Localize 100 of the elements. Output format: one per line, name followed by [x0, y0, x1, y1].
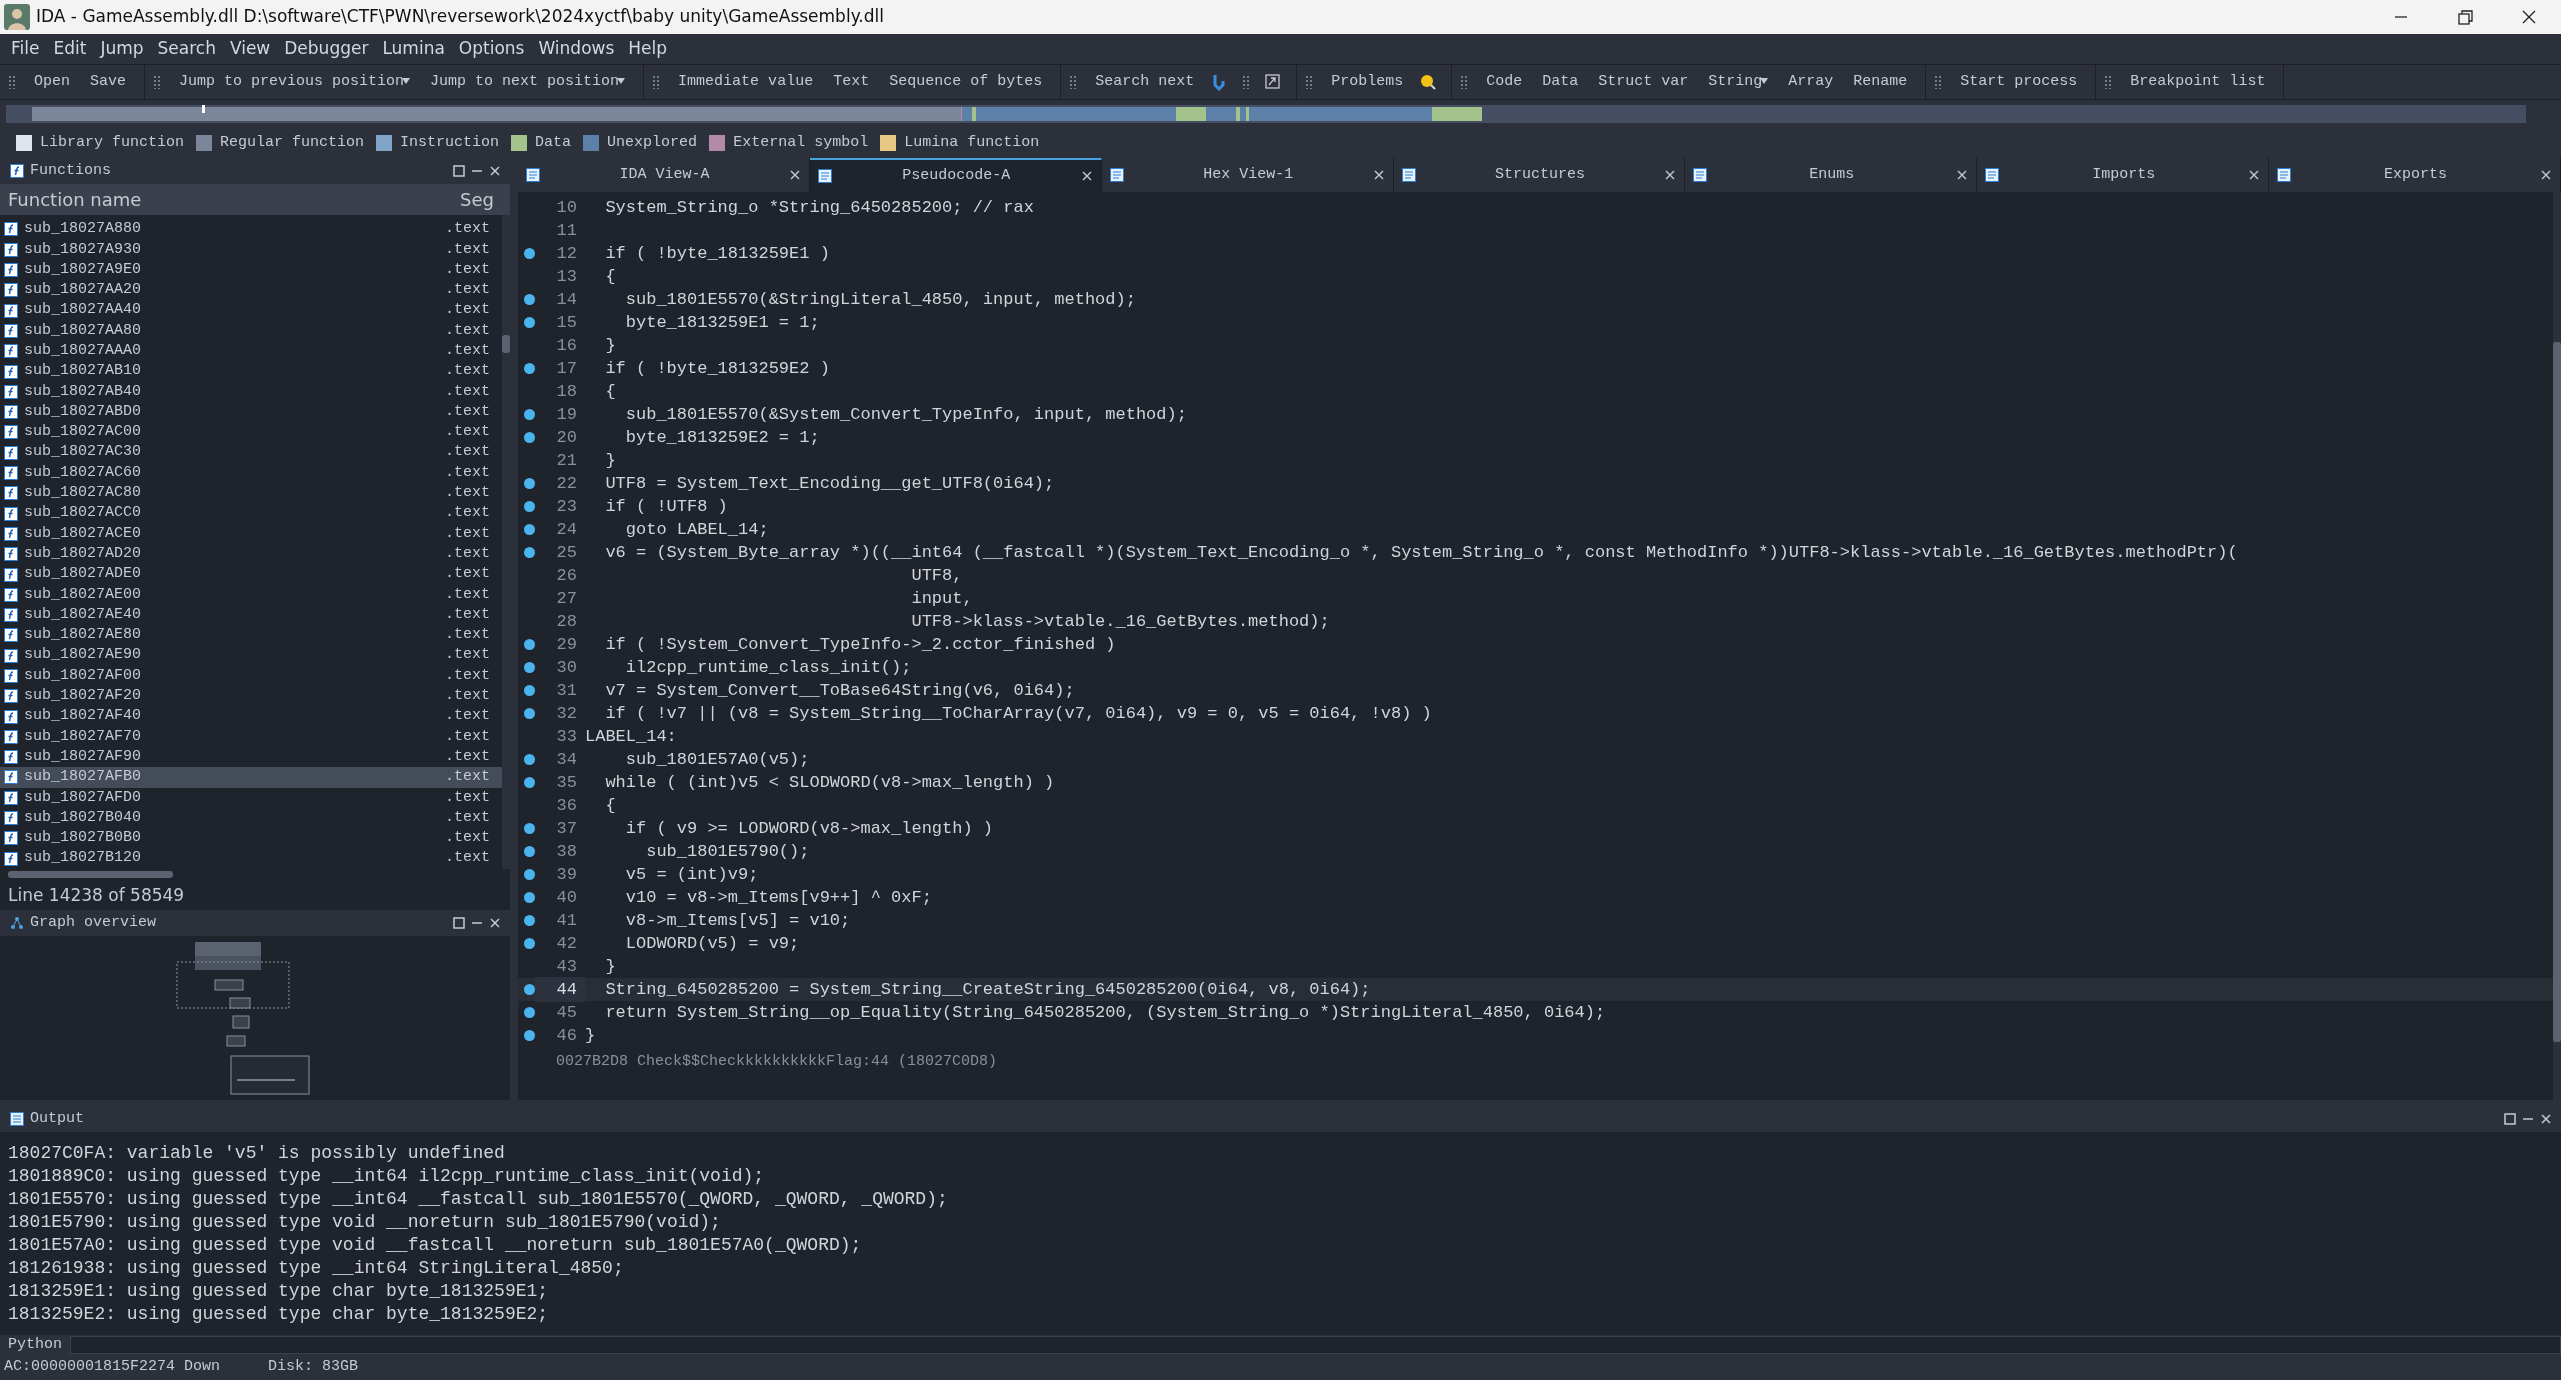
breakpoint-dot[interactable]: [524, 1007, 535, 1018]
toolbar-button[interactable]: Immediate value: [668, 70, 824, 94]
code-line[interactable]: System_String_o *String_6450285200; // rax: [585, 194, 1034, 221]
function-row[interactable]: sub_18027AB40 .text: [0, 381, 502, 402]
toolbar-button[interactable]: Rename: [1843, 70, 1918, 94]
breakpoint-dot[interactable]: [524, 685, 535, 696]
close-icon[interactable]: [2539, 1112, 2553, 1126]
menu-item[interactable]: Jump: [93, 36, 151, 62]
menu-item[interactable]: Lumina: [375, 36, 452, 62]
close-icon[interactable]: [2540, 169, 2552, 181]
breakpoint-dot[interactable]: [524, 639, 535, 650]
function-row[interactable]: sub_18027AC60 .text: [0, 462, 502, 484]
menu-item[interactable]: File: [4, 36, 47, 62]
breakpoint-dot[interactable]: [524, 409, 535, 420]
grip-handle[interactable]: [8, 75, 16, 89]
column-header[interactable]: Function name: [8, 186, 142, 213]
toolbar-button[interactable]: Search next: [1085, 70, 1205, 94]
tab[interactable]: Hex View-1: [1123, 163, 1373, 187]
menu-item[interactable]: Help: [621, 36, 675, 62]
function-row[interactable]: sub_18027B120 .text: [0, 848, 502, 869]
breakpoint-dot[interactable]: [524, 363, 535, 374]
function-row[interactable]: sub_18027AF20 .text: [0, 686, 502, 707]
breakpoint-dot[interactable]: [524, 478, 535, 489]
function-row[interactable]: sub_18027AE80 .text: [0, 625, 502, 646]
breakpoint-dot[interactable]: [524, 524, 535, 535]
menu-item[interactable]: Edit: [46, 36, 94, 62]
function-row[interactable]: sub_18027AD20 .text: [0, 544, 502, 565]
close-icon[interactable]: [488, 163, 502, 178]
tab[interactable]: Enums: [1707, 163, 1957, 187]
maximize-icon[interactable]: [2455, 8, 2475, 26]
close-icon[interactable]: [1372, 169, 1385, 181]
menu-item[interactable]: Debugger: [277, 36, 376, 62]
menu-item[interactable]: Windows: [531, 36, 622, 62]
function-row[interactable]: sub_18027AFD0 .text: [0, 787, 502, 808]
toolbar-button[interactable]: Struct var: [1588, 70, 1699, 94]
float-icon[interactable]: [452, 916, 466, 931]
function-row[interactable]: sub_18027ABD0 .text: [0, 402, 502, 423]
toolbar-button[interactable]: Text: [823, 70, 880, 94]
scrollbar-thumb[interactable]: [8, 871, 173, 879]
tab[interactable]: Imports: [1999, 163, 2249, 187]
breakpoint-dot[interactable]: [524, 938, 535, 949]
toolbar-button[interactable]: Data: [1532, 70, 1589, 94]
breakpoint-dot[interactable]: [524, 547, 535, 558]
toolbar-button[interactable]: Save: [80, 70, 137, 94]
tab[interactable]: IDA View-A: [540, 163, 789, 187]
breakpoint-dot[interactable]: [524, 754, 535, 765]
toolbar-button[interactable]: Start process: [1950, 70, 2088, 94]
column-header[interactable]: Seg: [460, 186, 494, 213]
toolbar-button[interactable]: Jump to previous position: [169, 70, 421, 94]
toolbar-button[interactable]: Breakpoint list: [2120, 70, 2276, 94]
function-row[interactable]: sub_18027AF70 .text: [0, 726, 502, 748]
function-row[interactable]: sub_18027ACE0 .text: [0, 523, 502, 545]
scrollbar-thumb[interactable]: [502, 335, 510, 354]
close-icon[interactable]: [2248, 169, 2261, 181]
function-row[interactable]: sub_18027AE90 .text: [0, 645, 502, 666]
function-row[interactable]: sub_18027AC30 .text: [0, 442, 502, 463]
function-row[interactable]: sub_18027AE40 .text: [0, 604, 502, 626]
toolbar-button[interactable]: Sequence of bytes: [879, 70, 1053, 94]
breakpoint-dot[interactable]: [524, 823, 535, 834]
menu-item[interactable]: Search: [150, 36, 223, 62]
function-row[interactable]: sub_18027AC80 .text: [0, 483, 502, 504]
function-row[interactable]: sub_18027AA40 .text: [0, 300, 502, 321]
breakpoint-dot[interactable]: [524, 915, 535, 926]
close-icon[interactable]: [1956, 169, 1969, 181]
scrollbar-thumb[interactable]: [2553, 342, 2561, 1042]
function-row[interactable]: sub_18027AC00 .text: [0, 422, 502, 443]
toolbar-button[interactable]: Open: [24, 70, 80, 94]
breakpoint-dot[interactable]: [524, 662, 535, 673]
breakpoint-dot[interactable]: [524, 432, 535, 443]
breakpoint-dot[interactable]: [524, 777, 535, 788]
toolbar-button[interactable]: Array: [1778, 70, 1844, 94]
toolbar-button[interactable]: Problems: [1321, 70, 1414, 94]
breakpoint-dot[interactable]: [524, 248, 535, 259]
function-row[interactable]: sub_18027A880 .text: [0, 219, 502, 240]
function-row[interactable]: sub_18027AAA0 .text: [0, 341, 502, 362]
breakpoint-dot[interactable]: [524, 1030, 535, 1041]
breakpoint-dot[interactable]: [524, 984, 535, 995]
menu-item[interactable]: Options: [451, 36, 532, 62]
function-row[interactable]: sub_18027AF40 .text: [0, 706, 502, 727]
close-icon[interactable]: [1664, 169, 1677, 181]
function-row[interactable]: sub_18027AE00 .text: [0, 584, 502, 605]
close-icon[interactable]: [788, 169, 801, 181]
breakpoint-dot[interactable]: [524, 708, 535, 719]
breakpoint-dot[interactable]: [524, 869, 535, 880]
function-row[interactable]: sub_18027AA80 .text: [0, 320, 502, 342]
function-row[interactable]: sub_18027AF00 .text: [0, 665, 502, 687]
command-input[interactable]: [70, 1336, 2561, 1354]
function-row[interactable]: sub_18027A930 .text: [0, 239, 502, 260]
breakpoint-dot[interactable]: [524, 892, 535, 903]
float-icon[interactable]: [452, 163, 466, 178]
toolbar-button[interactable]: Jump to next position: [420, 70, 636, 94]
menu-item[interactable]: View: [222, 36, 278, 62]
tab[interactable]: Exports: [2291, 163, 2540, 187]
toolbar-button[interactable]: Code: [1476, 70, 1533, 94]
breakpoint-dot[interactable]: [524, 294, 535, 305]
function-row[interactable]: sub_18027AF90 .text: [0, 747, 502, 768]
function-row[interactable]: sub_18027AA20 .text: [0, 280, 502, 301]
float-icon[interactable]: [2503, 1112, 2517, 1126]
function-row[interactable]: sub_18027B040 .text: [0, 807, 502, 829]
breakpoint-dot[interactable]: [524, 501, 535, 512]
